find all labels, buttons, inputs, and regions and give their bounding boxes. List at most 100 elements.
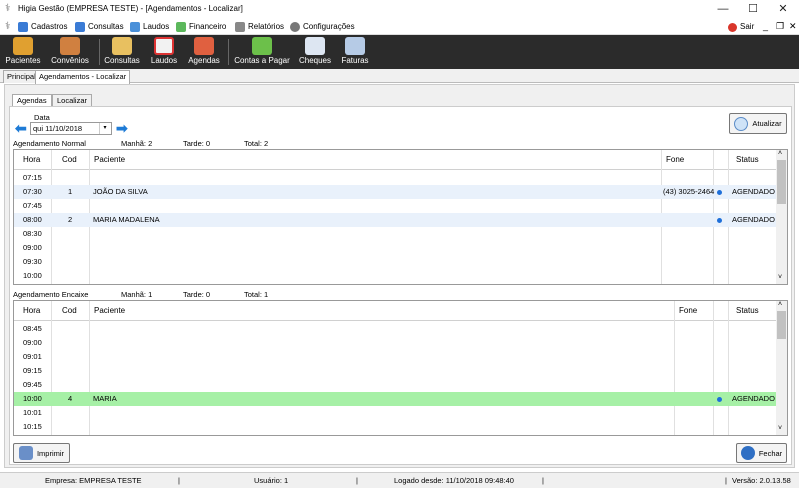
maximize-icon[interactable]: ☐ (738, 0, 768, 19)
mdi-restore-icon[interactable]: ❐ (776, 21, 784, 32)
folder-icon (18, 22, 28, 32)
date-label: Data (34, 113, 50, 122)
report-icon (235, 22, 245, 32)
scroll-thumb[interactable] (777, 311, 786, 339)
agendamentos-panel: Agendas Localizar Data ⬅ qui 11/10/2018 … (4, 84, 795, 468)
tab-agendamentos-localizar[interactable]: Agendamentos - Localizar (35, 70, 131, 84)
toolbar-label: Laudos (150, 56, 178, 65)
status-separator: | (542, 476, 544, 485)
cell-hora: 09:45 (23, 380, 42, 389)
print-button[interactable]: Imprimir (13, 443, 70, 463)
minimize-icon[interactable]: — (708, 0, 738, 19)
toolbar-agendas-button[interactable]: Agendas (187, 36, 221, 68)
cell-hora: 09:15 (23, 366, 42, 375)
cheque-icon (305, 37, 325, 55)
col-hora[interactable]: Hora (23, 150, 40, 170)
col-fone[interactable]: Fone (666, 150, 684, 170)
status-dot-icon (717, 397, 722, 402)
sair-label: Sair (740, 22, 755, 31)
table-row[interactable]: 08:30 (14, 227, 776, 241)
encaixe-grid-scrollbar[interactable]: ˄ ˅ (776, 301, 787, 435)
scroll-up-icon[interactable]: ˄ (778, 301, 782, 308)
table-row[interactable]: 10:01 (14, 406, 776, 420)
col-cod[interactable]: Cod (62, 301, 77, 321)
table-row[interactable]: 09:45 (14, 378, 776, 392)
close-button[interactable]: Fechar (736, 443, 787, 463)
window-title: Higia Gestão (EMPRESA TESTE) - [Agendame… (18, 4, 243, 13)
agendas-tab-content: Data ⬅ qui 11/10/2018 ▾ ➡ Atualizar Agen… (9, 106, 792, 465)
table-row[interactable]: 09:00 (14, 336, 776, 350)
mdi-minimize-icon[interactable]: _ (763, 21, 768, 31)
menu-item-laudos[interactable]: Laudos (130, 20, 169, 34)
close-icon[interactable]: ✕ (768, 0, 798, 19)
date-picker[interactable]: qui 11/10/2018 ▾ (30, 122, 112, 135)
next-day-arrow-icon[interactable]: ➡ (116, 121, 128, 135)
menu-label: Cadastros (31, 22, 68, 31)
toolbar-contas-a-pagar-button[interactable]: Contas a Pagar (234, 36, 290, 68)
col-paciente[interactable]: Paciente (94, 150, 125, 170)
cell-hora: 07:45 (23, 201, 42, 210)
invoice-icon (345, 37, 365, 55)
scroll-thumb[interactable] (777, 160, 786, 204)
cell-hora: 10:01 (23, 408, 42, 417)
col-status[interactable]: Status (736, 150, 759, 170)
scroll-down-icon[interactable]: ˅ (778, 274, 782, 281)
table-row[interactable]: 09:30 (14, 255, 776, 269)
col-status[interactable]: Status (736, 301, 759, 321)
table-row[interactable]: 08:45 (14, 322, 776, 336)
grid-header: Hora Cod Paciente Fone Status (14, 301, 787, 321)
toolbar-label: Convênios (51, 56, 89, 65)
app-menu-icon[interactable]: ⚕ (5, 21, 10, 32)
mdi-close-icon[interactable]: ✕ (789, 21, 797, 32)
normal-schedule-grid: Hora Cod Paciente Fone Status 07:15 07:30… (13, 149, 788, 285)
cell-paciente: MARIA (93, 394, 117, 403)
scroll-up-icon[interactable]: ˄ (778, 150, 782, 157)
table-row[interactable]: 08:00 2 MARIA MADALENA AGENDADO (14, 213, 776, 227)
sair-button[interactable]: Sair (728, 20, 754, 34)
cell-status: AGENDADO (732, 215, 775, 224)
cell-hora: 09:01 (23, 352, 42, 361)
cell-hora: 07:30 (23, 187, 42, 196)
table-row[interactable]: 09:01 (14, 350, 776, 364)
toolbar-pacientes-button[interactable]: Pacientes (4, 36, 42, 68)
menu-item-relatorios[interactable]: Relatórios (235, 20, 284, 34)
col-paciente[interactable]: Paciente (94, 301, 125, 321)
normal-afternoon-count: Tarde: 0 (183, 139, 211, 148)
menu-item-configuracoes[interactable]: Configurações (290, 20, 355, 34)
cell-paciente: JOÃO DA SILVA (93, 187, 148, 196)
status-logado: Logado desde: 11/10/2018 09:48:40 (394, 476, 514, 485)
menu-item-consultas[interactable]: Consultas (75, 20, 124, 34)
calendar-dropdown-icon[interactable]: ▾ (99, 123, 110, 134)
toolbar-convenios-button[interactable]: Convênios (49, 36, 91, 68)
normal-section-title: Agendamento Normal (13, 139, 86, 148)
menu-item-cadastros[interactable]: Cadastros (18, 20, 67, 34)
table-row[interactable]: 09:15 (14, 364, 776, 378)
encaixe-section-title: Agendamento Encaixe (13, 290, 89, 299)
table-row[interactable]: 10:00 (14, 269, 776, 283)
title-bar: ⚕ Higia Gestão (EMPRESA TESTE) - [Agenda… (0, 0, 799, 19)
col-cod[interactable]: Cod (62, 150, 77, 170)
cell-hora: 09:00 (23, 338, 42, 347)
laudos-icon (154, 37, 174, 55)
scroll-down-icon[interactable]: ˅ (778, 425, 782, 432)
table-row[interactable]: 07:45 (14, 199, 776, 213)
refresh-button[interactable]: Atualizar (729, 113, 787, 134)
date-value: qui 11/10/2018 (33, 124, 83, 133)
status-dot-icon (717, 218, 722, 223)
toolbar-faturas-button[interactable]: Faturas (339, 36, 371, 68)
toolbar-consultas-button[interactable]: Consultas (103, 36, 141, 68)
toolbar-cheques-button[interactable]: Cheques (298, 36, 332, 68)
table-row[interactable]: 09:00 (14, 241, 776, 255)
prev-day-arrow-icon[interactable]: ⬅ (15, 121, 27, 135)
status-dot-icon (717, 190, 722, 195)
col-hora[interactable]: Hora (23, 301, 40, 321)
col-fone[interactable]: Fone (679, 301, 697, 321)
toolbar-label: Agendas (188, 56, 220, 65)
toolbar-laudos-button[interactable]: Laudos (148, 36, 180, 68)
table-row[interactable]: 07:15 (14, 171, 776, 185)
table-row[interactable]: 07:30 1 JOÃO DA SILVA (43) 3025-2464 AGENDAD… (14, 185, 776, 199)
table-row[interactable]: 10:00 4 MARIA AGENDADO (14, 392, 776, 406)
normal-grid-scrollbar[interactable]: ˄ ˅ (776, 150, 787, 284)
table-row[interactable]: 10:15 (14, 420, 776, 434)
menu-item-financeiro[interactable]: Financeiro (176, 20, 226, 34)
